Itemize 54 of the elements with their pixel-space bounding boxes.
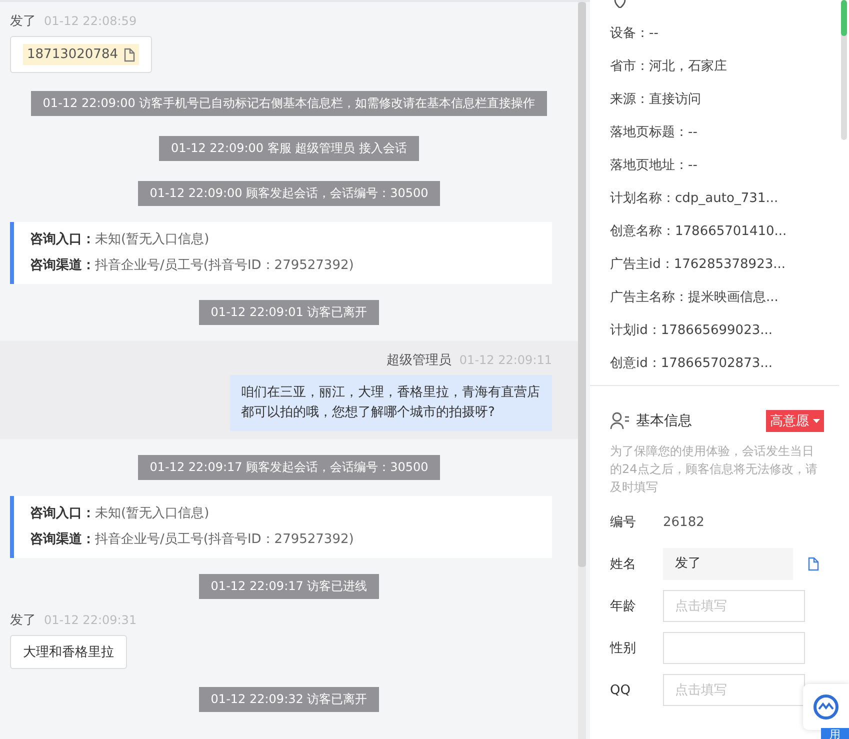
field-label: 年龄	[610, 598, 637, 615]
input-field[interactable]: 点击填写	[663, 590, 805, 622]
source-info-item: 广告主名称：提米映画信息...	[610, 289, 780, 307]
input-field[interactable]: 点击填写	[663, 674, 805, 706]
system-message: 01-12 22:09:01 访客已离开	[198, 300, 380, 325]
source-info-item: 计划名称：cdp_auto_731...	[610, 190, 780, 208]
system-message: 01-12 22:09:00 访客手机号已自动标记右侧基本信息栏，如需修改请在基本信息栏直接操作	[30, 91, 548, 116]
notice-text: 为了保障您的使用体验，会话发生当日的24点之后，顾客信息将无法修改，请及时填写	[610, 443, 818, 496]
user-list-icon	[610, 412, 630, 430]
section-title: 基本信息	[636, 412, 693, 430]
source-info-item: 计划id：178665699023...	[610, 322, 774, 340]
field-label: 姓名	[610, 556, 637, 573]
system-message: 01-12 22:09:00 客服 超级管理员 接入会话	[158, 136, 420, 161]
source-info-item: 广告主id：176285378923...	[610, 256, 787, 274]
source-info-item: 设备：--	[610, 25, 660, 43]
field-label: 编号	[610, 514, 637, 531]
caret-icon	[813, 418, 820, 424]
message-text: 大理和香格里拉	[23, 645, 114, 660]
source-info-item: 来源：直接访问	[610, 91, 702, 109]
source-info-item: 落地页地址：--	[610, 157, 698, 175]
location-pin-icon	[614, 0, 626, 8]
field-label: QQ	[610, 682, 632, 698]
source-info-item: 省市：河北，石家庄	[610, 58, 728, 76]
info-label: 咨询入口：	[30, 232, 95, 247]
message-time: 01-12 22:08:59	[44, 14, 137, 28]
info-value: 抖音企业号/员工号(抖音号ID：279527392)	[95, 258, 354, 273]
logo-icon	[813, 694, 839, 720]
info-value: 未知(暂无入口信息)	[95, 232, 210, 247]
info-value: 抖音企业号/员工号(抖音号ID：279527392)	[95, 532, 354, 547]
source-info-item: 创意id：178665702873...	[610, 355, 774, 373]
field-label: 性别	[610, 640, 637, 657]
system-message: 01-12 22:09:17 顾客发起会话，会话编号：30500	[138, 455, 440, 480]
source-info-item: 落地页标题：--	[610, 124, 698, 142]
info-label: 咨询渠道：	[30, 532, 95, 547]
sender-name: 发了	[10, 13, 36, 30]
info-label: 咨询入口：	[30, 506, 95, 521]
message-bubble: 咱们在三亚，丽江，大理，香格里拉，青海有直营店都可以拍的哦，您想了解哪个城市的拍摄呀?	[230, 375, 552, 431]
info-value: 未知(暂无入口信息)	[95, 506, 210, 521]
message-time: 01-12 22:09:31	[44, 613, 137, 627]
system-message: 01-12 22:09:00 顾客发起会话，会话编号：30500	[138, 181, 440, 206]
info-label: 咨询渠道：	[30, 258, 95, 273]
system-message: 01-12 22:09:17 访客已进线	[198, 574, 380, 599]
corner-button[interactable]: 用	[821, 728, 849, 739]
copy-icon[interactable]	[122, 48, 135, 62]
input-field[interactable]	[663, 632, 805, 664]
field-value: 26182	[663, 514, 704, 530]
floating-assistant-button[interactable]	[803, 684, 849, 730]
sender-name: 超级管理员	[386, 352, 452, 369]
intent-dropdown[interactable]: 高意愿	[766, 410, 824, 432]
sender-name: 发了	[10, 612, 36, 629]
source-info-item: 创意名称：178665701410...	[610, 223, 788, 241]
copy-icon[interactable]	[807, 557, 819, 571]
system-message: 01-12 22:09:32 访客已离开	[198, 687, 380, 712]
name-field[interactable]: 发了	[663, 548, 793, 580]
